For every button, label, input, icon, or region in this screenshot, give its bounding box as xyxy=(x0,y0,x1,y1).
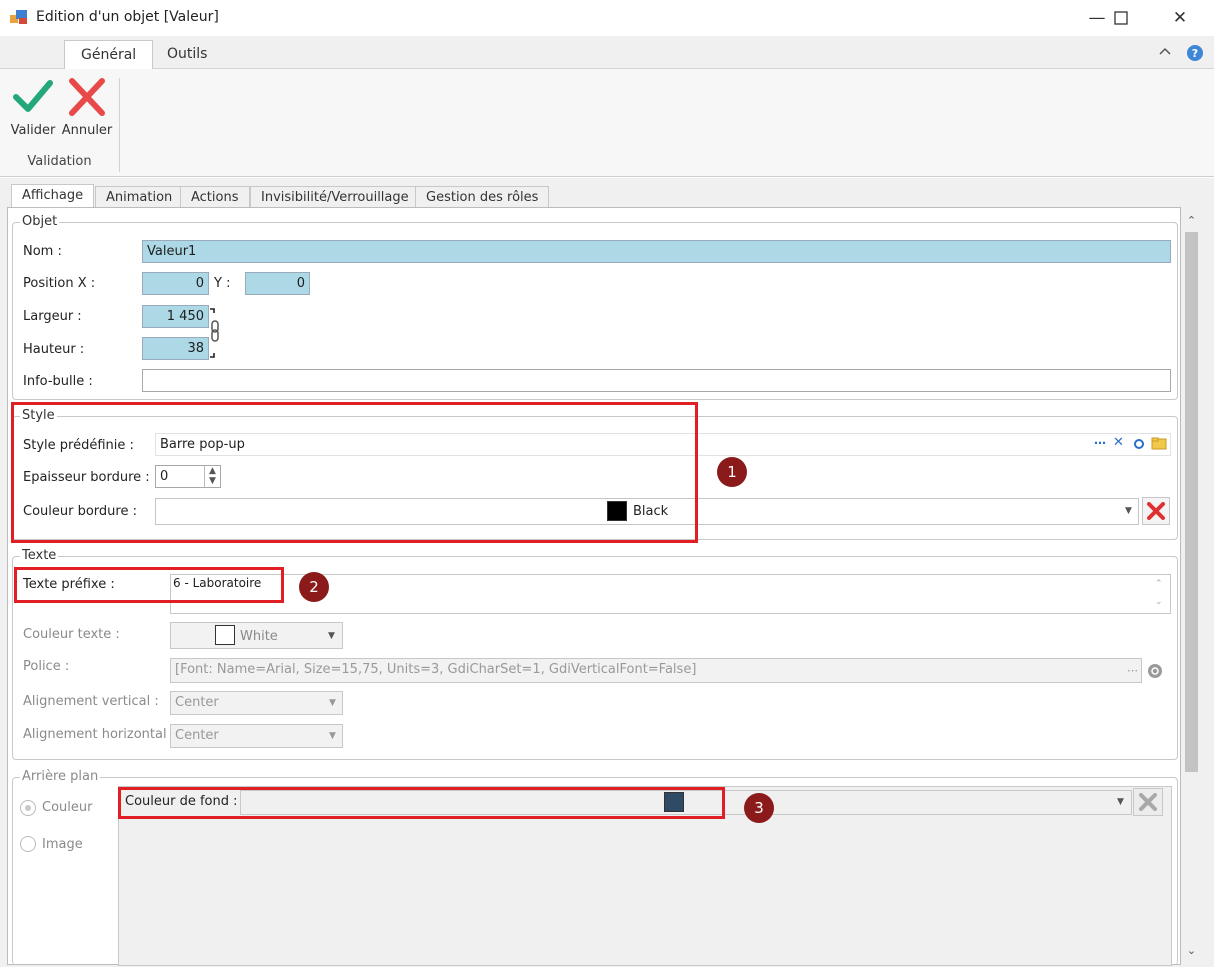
highlight-box-texte-prefixe xyxy=(14,567,284,603)
valider-label: Valider xyxy=(10,123,56,138)
annuler-label: Annuler xyxy=(61,123,113,138)
ribbon-body: Valider Annuler xyxy=(0,69,1214,177)
arriere-plan-legend: Arrière plan xyxy=(20,769,101,784)
refresh-icon[interactable] xyxy=(1133,438,1145,450)
badge-2: 2 xyxy=(299,572,329,602)
police-more-icon[interactable]: ⋯ xyxy=(1127,664,1138,677)
couleur-texte-value: White xyxy=(240,629,278,644)
title-bar: Edition d'un objet [Valeur] — ✕ xyxy=(0,0,1214,36)
clear-couleur-fond-button[interactable] xyxy=(1133,788,1163,816)
couleur-texte-label: Couleur texte : xyxy=(23,627,120,642)
clear-style-icon[interactable]: ✕ xyxy=(1113,435,1124,450)
close-button[interactable]: ✕ xyxy=(1157,0,1203,36)
annuler-button[interactable]: Annuler xyxy=(60,75,114,141)
position-x-field[interactable]: 0 xyxy=(142,272,209,295)
couleur-texte-dropdown-icon[interactable]: ▼ xyxy=(328,631,335,641)
svg-text:?: ? xyxy=(1192,47,1198,60)
nom-label: Nom : xyxy=(23,244,62,259)
folder-icon[interactable] xyxy=(1151,437,1167,450)
link-ratio-icon[interactable] xyxy=(209,306,221,360)
valign-dropdown-icon[interactable]: ▼ xyxy=(329,698,336,708)
badge-1: 1 xyxy=(717,457,747,487)
image-radio-label: Image xyxy=(42,837,83,852)
scrollbar-thumb[interactable] xyxy=(1185,232,1198,772)
halign-label: Alignement horizontal : xyxy=(23,727,176,742)
window-title: Edition d'un objet [Valeur] xyxy=(36,9,219,25)
couleur-radio-label: Couleur xyxy=(42,800,93,815)
couleur-radio[interactable] xyxy=(20,800,36,816)
scroll-up-icon[interactable]: ⌃ xyxy=(1182,212,1201,230)
clear-couleur-bordure-button[interactable] xyxy=(1142,497,1170,525)
cross-icon xyxy=(69,78,105,116)
halign-combo[interactable]: Center xyxy=(170,724,343,748)
infobulle-field[interactable] xyxy=(142,369,1171,392)
texte-scroll-down-icon[interactable]: ⌄ xyxy=(1155,597,1163,607)
highlight-box-style xyxy=(11,402,698,543)
ribbon-group-separator xyxy=(119,78,120,172)
police-label: Police : xyxy=(23,659,70,674)
app-icon xyxy=(10,10,27,24)
more-icon[interactable]: ⋯ xyxy=(1094,436,1106,450)
largeur-label: Largeur : xyxy=(23,309,82,324)
nom-field[interactable]: Valeur1 xyxy=(142,240,1171,263)
gray-x-icon xyxy=(1139,793,1157,811)
badge-3: 3 xyxy=(744,793,774,823)
halign-dropdown-icon[interactable]: ▼ xyxy=(329,731,336,741)
largeur-field[interactable]: 1 450 xyxy=(142,305,209,328)
scroll-down-icon[interactable]: ⌄ xyxy=(1182,942,1201,960)
objet-legend: Objet xyxy=(20,214,60,229)
help-icon[interactable]: ? xyxy=(1186,44,1204,62)
police-reset-icon[interactable] xyxy=(1147,663,1163,679)
hauteur-label: Hauteur : xyxy=(23,342,85,357)
ribbon-group-label: Validation xyxy=(27,154,92,169)
red-x-icon xyxy=(1147,502,1165,520)
check-icon xyxy=(13,80,53,112)
couleur-bordure-dropdown-icon[interactable]: ▼ xyxy=(1125,506,1132,516)
ribbon-tab-general[interactable]: Général xyxy=(64,40,154,70)
couleur-fond-dropdown-icon[interactable]: ▼ xyxy=(1117,797,1124,807)
valider-button[interactable]: Valider xyxy=(6,75,60,141)
y-field[interactable]: 0 xyxy=(245,272,310,295)
maximize-button[interactable] xyxy=(1098,0,1144,36)
valign-combo[interactable]: Center xyxy=(170,691,343,715)
texte-scroll-up-icon[interactable]: ⌃ xyxy=(1155,579,1163,589)
image-radio[interactable] xyxy=(20,836,36,852)
collapse-ribbon-icon[interactable] xyxy=(1159,46,1171,56)
ribbon-tabs: Général Outils ? xyxy=(0,36,1214,70)
vertical-scrollbar[interactable]: ⌃ ⌄ xyxy=(1182,210,1201,962)
position-x-label: Position X : xyxy=(23,276,96,291)
texte-legend: Texte xyxy=(20,548,59,563)
y-label: Y : xyxy=(214,276,231,291)
hauteur-field[interactable]: 38 xyxy=(142,337,209,360)
ribbon-tab-outils[interactable]: Outils xyxy=(151,40,223,70)
infobulle-label: Info-bulle : xyxy=(23,374,93,389)
couleur-texte-swatch xyxy=(215,625,235,645)
highlight-box-couleur-fond xyxy=(118,787,725,819)
police-field[interactable]: [Font: Name=Arial, Size=15,75, Units=3, … xyxy=(170,658,1142,683)
valign-label: Alignement vertical : xyxy=(23,694,159,709)
